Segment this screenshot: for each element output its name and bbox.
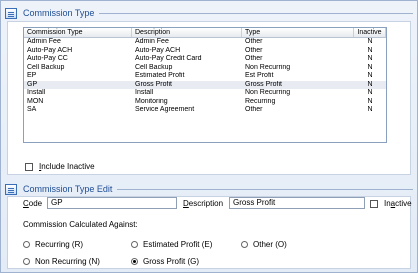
table-cell: SA [27,106,37,113]
checkbox-box[interactable] [25,162,33,171]
section-title: Commission Type Edit [23,184,113,194]
table-cell: N [367,55,373,62]
radio-dot[interactable] [23,258,30,265]
description-input[interactable]: Gross Profit [229,197,365,209]
table-cell: Other [245,106,263,113]
table-row[interactable]: Auto-Pay ACH Auto-Pay ACH Other N [24,47,386,56]
section-list-icon [5,7,17,19]
table-cell: Auto-Pay CC [27,55,68,62]
radio-recurring[interactable]: Recurring (R) [23,240,83,249]
radio-dot[interactable] [23,241,30,248]
table-row[interactable]: Install Install Non Recurring N [24,89,386,98]
table-cell: N [367,63,373,71]
table-cell: N [367,46,373,54]
table-cell: Admin Fee [27,38,61,45]
table-cell: Gross Profit [135,80,172,88]
radio-gross-profit[interactable]: Gross Profit (G) [131,257,199,266]
column-header-inactive[interactable]: Inactive [354,28,386,37]
table-row[interactable]: Cell Backup Cell Backup Non Recurring N [24,64,386,73]
table-cell: Monitoring [135,97,168,105]
section-title: Commission Type [23,8,95,18]
section-divider [117,188,413,190]
radio-estimated-profit[interactable]: Estimated Profit (E) [131,240,212,249]
table-cell: Cell Backup [135,63,173,71]
table-cell: Install [135,89,154,96]
grid-header: Commission Type Description Type Inactiv… [24,28,386,38]
table-row[interactable]: EP Estimated Profit Est Profit N [24,72,386,81]
table-row[interactable]: SA Service Agreement Other N [24,106,386,115]
radio-dot[interactable] [131,241,138,248]
grid-body: Admin Fee Admin Fee Other N Auto-Pay ACH Auto… [24,38,386,115]
code-label: Code [23,199,43,208]
table-cell: Other [245,38,263,45]
radio-non-recurring[interactable]: Non Recurring (N) [23,257,100,266]
table-cell: Auto-Pay ACH [27,46,73,54]
description-label: Description [183,199,224,208]
table-row[interactable]: GP Gross Profit Gross Profit N [24,80,386,89]
commission-type-edit-section-header: Commission Type Edit [5,182,413,196]
include-inactive-checkbox[interactable]: Include Inactive [25,162,95,171]
inactive-label: Inactive [384,199,412,208]
table-row[interactable]: Auto-Pay CC Auto-Pay Credit Card Other N [24,55,386,64]
radio-dot[interactable] [131,258,138,265]
table-cell: EP [27,72,37,79]
section-list-icon [5,183,17,195]
checkbox-box[interactable] [370,199,378,208]
calc-against-label: Commission Calculated Against: [23,220,138,229]
table-cell: Non Recurring [245,89,291,96]
table-cell: Est Profit [245,72,274,79]
radio-label: Recurring (R) [35,240,84,249]
table-cell: Auto-Pay ACH [135,46,181,54]
window-frame: Commission Type Commission Type Descript… [0,0,418,273]
table-cell: Other [245,55,263,62]
radio-other[interactable]: Other (O) [241,240,287,249]
table-cell: Cell Backup [27,63,65,71]
table-cell: N [367,97,373,105]
include-inactive-label: Include Inactive [39,162,95,171]
commission-type-grid[interactable]: Commission Type Description Type Inactiv… [23,27,387,143]
table-cell: Recurring [245,97,276,105]
radio-label: Gross Profit (G) [143,257,200,266]
table-cell: Admin Fee [135,38,169,45]
table-cell: Auto-Pay Credit Card [135,55,202,62]
radio-dot[interactable] [241,241,248,248]
table-cell: N [367,106,373,113]
table-cell: Gross Profit [245,80,282,88]
radio-label: Non Recurring (N) [35,257,100,266]
column-header-description[interactable]: Description [132,28,242,37]
table-cell: N [367,80,373,88]
column-header-type[interactable]: Type [242,28,354,37]
table-row[interactable]: Admin Fee Admin Fee Other N [24,38,386,47]
table-cell: N [367,72,373,79]
radio-label: Other (O) [253,240,287,249]
table-cell: N [367,89,373,96]
table-cell: Non Recurring [245,63,291,71]
inactive-checkbox[interactable]: Inactive [370,199,412,208]
table-cell: GP [27,80,38,88]
code-input[interactable]: GP [47,197,177,209]
column-header-commission-type[interactable]: Commission Type [24,28,132,37]
table-cell: Install [27,89,46,96]
commission-type-section-header: Commission Type [5,6,413,20]
table-cell: N [367,38,373,45]
table-row[interactable]: MON Monitoring Recurring N [24,98,386,107]
table-cell: Service Agreement [135,106,195,113]
section-divider [99,12,413,14]
table-cell: MON [27,97,44,105]
radio-label: Estimated Profit (E) [143,240,213,249]
table-cell: Other [245,46,263,54]
table-cell: Estimated Profit [135,72,185,79]
